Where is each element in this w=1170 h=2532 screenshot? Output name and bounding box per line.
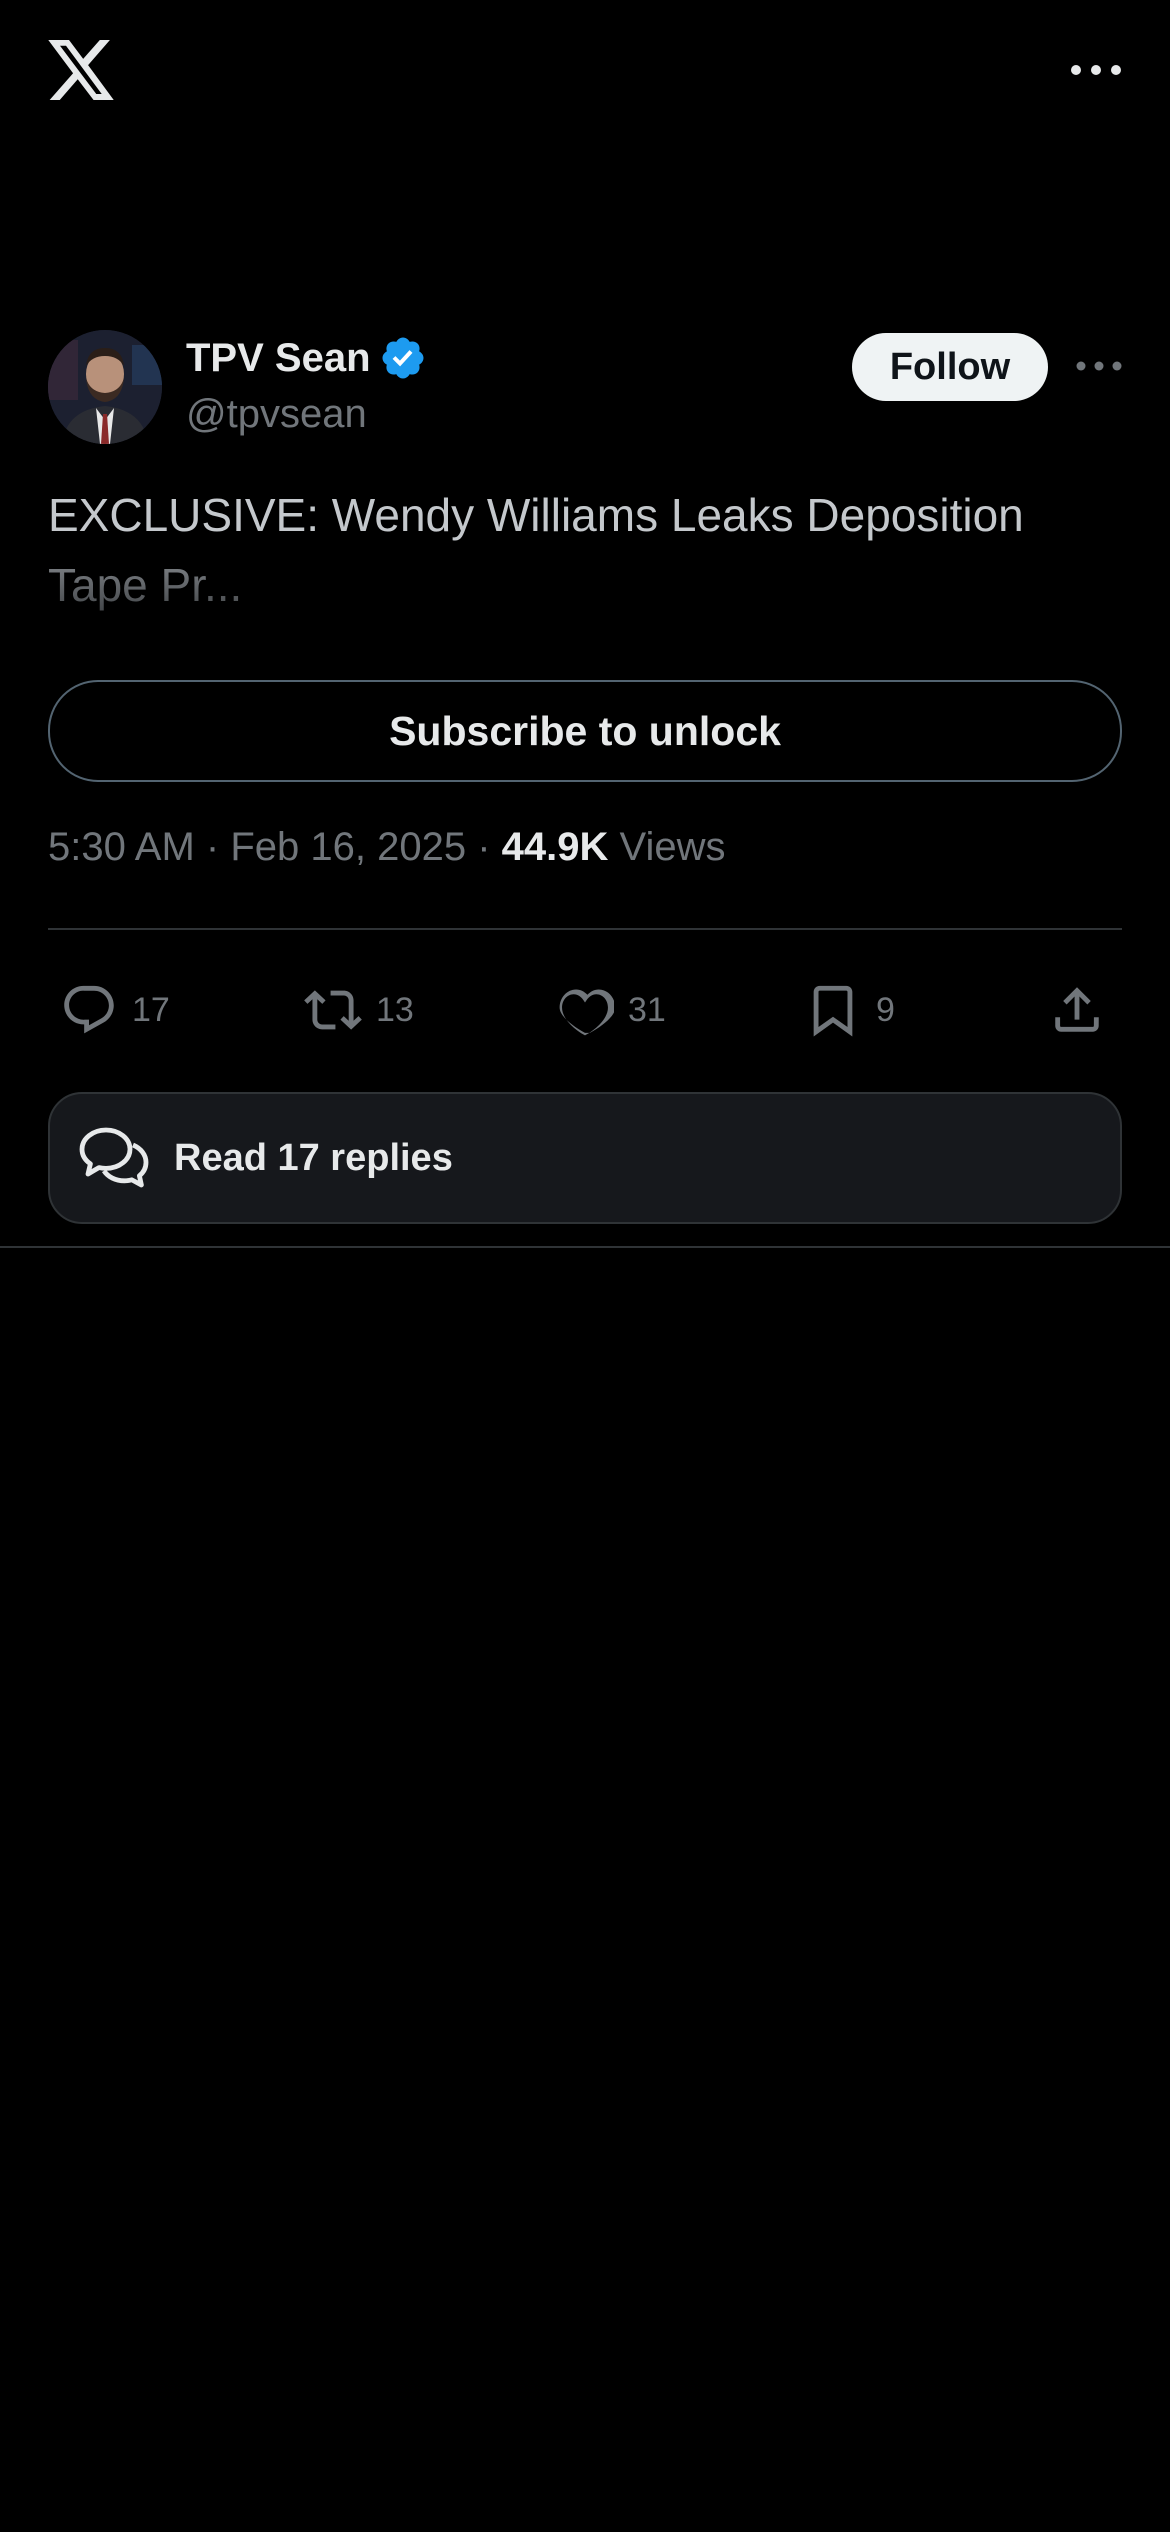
repost-count: 13: [376, 990, 414, 1029]
reply-count: 17: [132, 990, 170, 1029]
reply-button[interactable]: 17: [60, 970, 170, 1050]
x-logo-icon[interactable]: [48, 40, 114, 100]
divider: [48, 928, 1122, 930]
avatar[interactable]: [48, 330, 162, 444]
divider: [0, 1246, 1170, 1248]
author-handle[interactable]: @tpvsean: [186, 392, 367, 437]
tweet-text-line-1: EXCLUSIVE: Wendy Williams Leaks Depositi…: [48, 489, 1024, 541]
repost-button[interactable]: 13: [304, 970, 414, 1050]
reply-icon: [64, 985, 114, 1034]
action-bar: 17 13 31 9: [48, 970, 1122, 1050]
author-name-row: TPV Sean: [186, 334, 427, 382]
share-button[interactable]: [1048, 970, 1106, 1050]
more-horizontal-icon[interactable]: [1070, 58, 1122, 82]
read-replies-label: Read 17 replies: [174, 1136, 453, 1179]
like-count: 31: [628, 990, 666, 1029]
bookmark-icon: [813, 985, 853, 1037]
subscribe-to-unlock-button[interactable]: Subscribe to unlock: [48, 680, 1122, 782]
follow-button[interactable]: Follow: [852, 333, 1048, 401]
tweet-more-icon[interactable]: [1076, 356, 1122, 376]
meta-separator: ·: [477, 825, 491, 869]
views-count[interactable]: 44.9K: [502, 825, 609, 869]
tweet-text-line-2: Tape Pr...: [48, 550, 1122, 620]
tweet-meta: 5:30 AM · Feb 16, 2025 · 44.9K Views: [48, 825, 726, 870]
like-button[interactable]: 31: [556, 970, 666, 1050]
heart-icon: [559, 989, 614, 1036]
meta-separator: ·: [205, 825, 220, 869]
avatar-portrait-icon: [48, 330, 162, 444]
tweet-date[interactable]: Feb 16, 2025: [230, 825, 466, 869]
author-name[interactable]: TPV Sean: [186, 336, 371, 381]
bookmark-count: 9: [876, 990, 895, 1029]
bookmark-button[interactable]: 9: [804, 970, 895, 1050]
verified-badge-icon: [382, 337, 424, 379]
conversation-bubbles-icon: [79, 1127, 149, 1188]
views-label: Views: [619, 825, 726, 869]
repost-icon: [304, 990, 362, 1030]
tweet-text: EXCLUSIVE: Wendy Williams Leaks Depositi…: [48, 480, 1122, 620]
share-icon: [1055, 987, 1099, 1032]
tweet-time[interactable]: 5:30 AM: [48, 825, 195, 869]
read-replies-button[interactable]: Read 17 replies: [48, 1092, 1122, 1224]
top-bar: [0, 0, 1170, 150]
